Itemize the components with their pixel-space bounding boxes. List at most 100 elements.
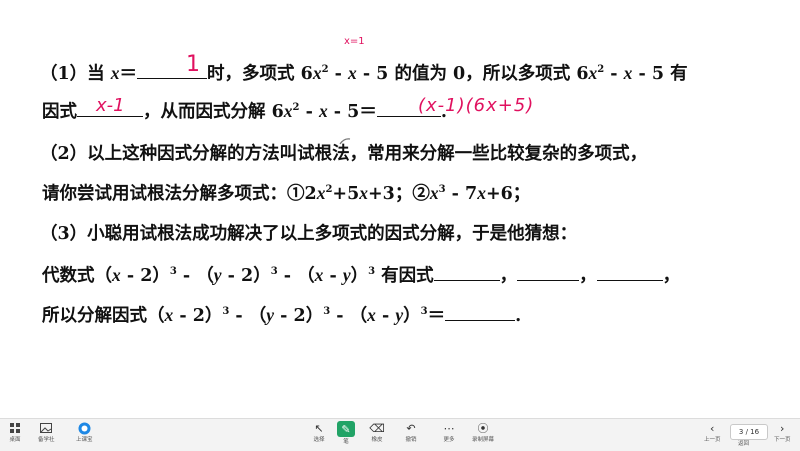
text: - 5＝ <box>327 102 377 122</box>
exponent: 3 <box>169 266 177 278</box>
label: 更多 <box>443 437 455 443</box>
text: （3）小聪用试根法成功解决了以上多项式的因式分解，于是他猜想： <box>40 224 578 244</box>
text: ＝ <box>119 64 138 84</box>
prev-page-button[interactable]: ‹ 上一页 <box>704 421 721 444</box>
more-icon: ⋯ <box>443 421 455 435</box>
var: x <box>283 101 293 121</box>
blank-4[interactable] <box>433 266 500 281</box>
chevron-right-icon: › <box>780 421 785 435</box>
text: 因式 <box>42 102 77 122</box>
exponent: 2 <box>292 102 300 114</box>
text: 请你尝试用试根法分解多项式：①2 <box>42 184 317 204</box>
cursor-icon: ↖ <box>314 421 324 435</box>
text: - （ <box>277 266 315 286</box>
text: - <box>604 64 624 84</box>
text: （1）当 <box>40 64 111 84</box>
beixueshe-button[interactable]: 备学社 <box>38 421 55 443</box>
blank-6[interactable] <box>596 266 663 281</box>
record-icon: ⦿ <box>477 422 489 435</box>
handwritten-answer-2: x-1 <box>96 95 125 116</box>
question-line-5: （3）小聪用试根法成功解决了以上多项式的因式分解，于是他猜想： <box>40 220 577 245</box>
var: x <box>318 101 328 121</box>
var: x <box>312 63 322 83</box>
record-screen-button[interactable]: ⦿ 录制屏幕 <box>472 421 494 443</box>
text: ，从而因式分解 6 <box>143 102 284 122</box>
var: y <box>266 305 275 325</box>
text: - 2） <box>274 306 324 326</box>
var: y <box>342 265 351 285</box>
back-button[interactable]: 返回 <box>738 439 749 447</box>
label: 选择 <box>313 437 325 443</box>
handwritten-answer-1: 1 <box>186 52 200 77</box>
text: - <box>323 266 343 286</box>
grid-icon <box>8 421 22 435</box>
shangkebao-button[interactable]: 上课宝 <box>76 421 93 443</box>
text: - 2） <box>221 266 271 286</box>
label: 备学社 <box>38 437 55 443</box>
var: x <box>359 183 368 203</box>
page-indicator[interactable]: 3 / 16 <box>730 424 768 440</box>
label: 撤销 <box>405 437 417 443</box>
label: 上一页 <box>704 437 721 443</box>
label: 笔 <box>343 439 349 445</box>
eraser-icon: ⌫ <box>369 421 385 435</box>
next-page-button[interactable]: › 下一页 <box>774 421 791 444</box>
text: - <box>299 102 319 122</box>
label: 下一页 <box>774 437 791 443</box>
text: ） <box>403 306 421 326</box>
undo-icon: ↶ <box>406 421 416 435</box>
select-tool[interactable]: ↖ 选择 <box>312 421 326 444</box>
text: . <box>515 306 522 326</box>
text: 所以分解因式（ <box>42 306 165 326</box>
text: - 2） <box>120 266 170 286</box>
blank-5[interactable] <box>517 266 580 281</box>
var: x <box>429 183 439 203</box>
text: - 7 <box>445 184 478 204</box>
eraser-tool[interactable]: ⌫ 橡皮 <box>369 421 385 444</box>
text: +6； <box>485 184 531 204</box>
question-line-4: 请你尝试用试根法分解多项式：①2x2+5x+3；②x3 - 7x+6； <box>42 180 530 205</box>
label: 桌面 <box>9 437 21 443</box>
text: - <box>375 306 396 326</box>
pen-icon: ✎ <box>337 421 355 437</box>
text: ， <box>499 266 518 286</box>
text: - （ <box>229 306 267 326</box>
exponent: 3 <box>420 306 428 318</box>
var: x <box>588 63 598 83</box>
undo-button[interactable]: ↶ 撤销 <box>404 421 418 444</box>
chevron-left-icon: ‹ <box>710 421 715 435</box>
var: y <box>395 305 404 325</box>
var: x <box>112 265 121 285</box>
pen-tool[interactable]: ✎ 笔 <box>337 421 355 445</box>
var: y <box>213 265 222 285</box>
text: 有因式 <box>375 266 434 286</box>
exponent: 2 <box>321 64 329 76</box>
label: 录制屏幕 <box>472 437 495 443</box>
question-line-6: 代数式（x - 2）3 - （y - 2）3 - （x - y）3 有因式，，， <box>42 262 680 287</box>
handwritten-note-top: x=1 <box>344 36 365 47</box>
text: ） <box>350 266 369 286</box>
var: x <box>164 305 174 325</box>
bottom-toolbar: 桌面 备学社 上课宝 ↖ 选择 ✎ 笔 ⌫ 橡皮 ↶ 撤销 ⋯ 更多 ⦿ 录制屏… <box>0 418 800 451</box>
image-icon <box>39 421 53 435</box>
whiteboard-canvas[interactable]: （1）当 x＝ 时，多项式 6x2 - x - 5 的值为 0，所以多项式 6x2… <box>0 0 800 418</box>
text: ， <box>662 266 681 286</box>
text: ， <box>579 266 597 286</box>
text: - 2） <box>173 306 223 326</box>
label: 返回 <box>738 441 750 447</box>
var: x <box>367 305 376 325</box>
handwritten-answer-3: (x-1)(6x+5) <box>418 95 535 116</box>
text: 代数式（ <box>42 266 112 286</box>
var: x <box>110 63 120 83</box>
more-button[interactable]: ⋯ 更多 <box>442 421 456 444</box>
question-line-7: 所以分解因式（x - 2）3 - （y - 2）3 - （x - y）3＝. <box>42 302 521 327</box>
text: ＝ <box>427 306 446 326</box>
label: 上课宝 <box>76 437 93 443</box>
exponent: 3 <box>270 266 278 278</box>
desktop-button[interactable]: 桌面 <box>8 421 22 443</box>
text: - 5 有 <box>632 64 688 84</box>
text: - 5 的值为 0，所以多项式 6 <box>356 64 589 84</box>
blank-7[interactable] <box>445 306 516 321</box>
text: +5 <box>332 184 360 204</box>
text: - （ <box>330 306 368 326</box>
